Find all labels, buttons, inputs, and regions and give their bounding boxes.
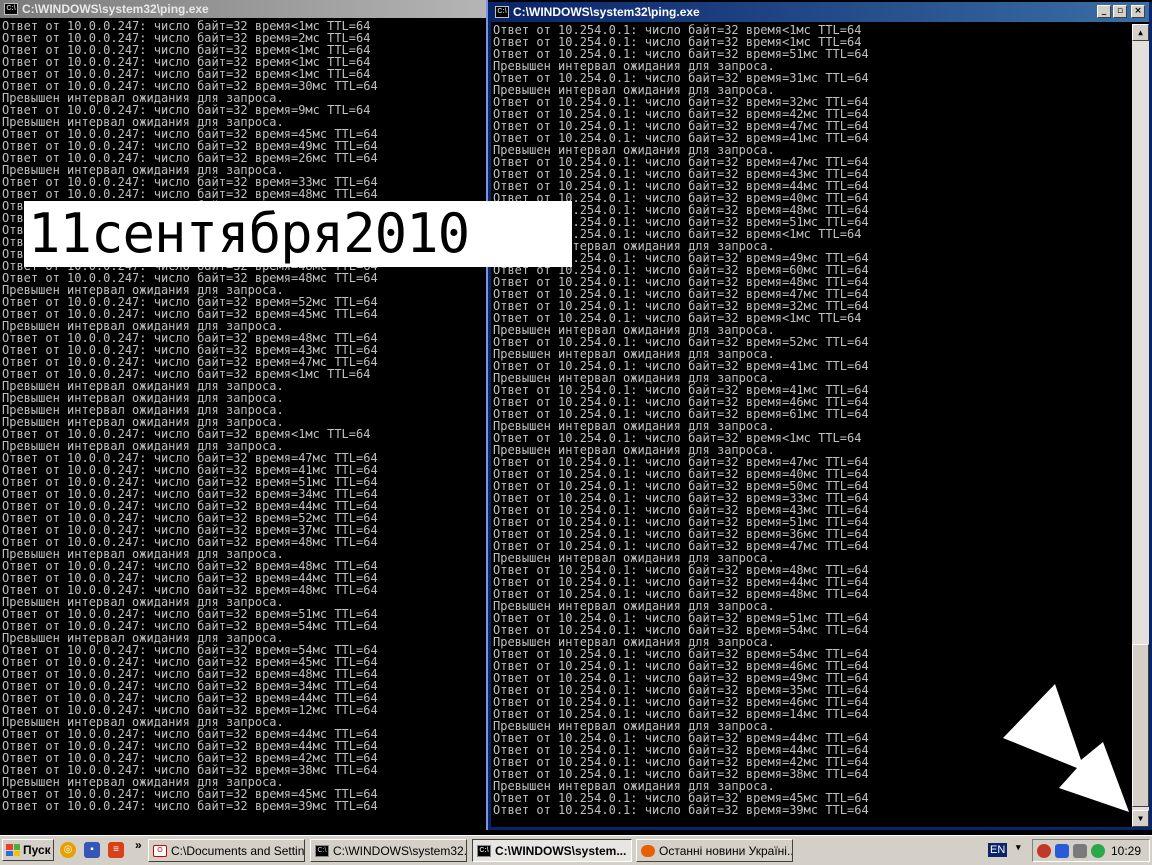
start-button[interactable]: Пуск: [2, 839, 54, 861]
quicklaunch-app-icon[interactable]: ≡: [108, 842, 124, 858]
clock[interactable]: 10:29: [1111, 844, 1141, 858]
taskbar-button-ping-2[interactable]: C:\ C:\WINDOWS\system...: [472, 839, 632, 862]
close-button[interactable]: ×: [1131, 5, 1145, 18]
quicklaunch-desktop-icon[interactable]: ▪: [84, 842, 100, 858]
opera-icon: O: [153, 844, 167, 857]
volume-icon[interactable]: [1073, 844, 1087, 858]
minimize-button[interactable]: _: [1097, 5, 1111, 18]
system-tray: 10:29: [1032, 839, 1150, 862]
console-icon: C:\: [477, 844, 491, 857]
taskbar-button-news[interactable]: Останні новини Україні...: [636, 839, 793, 862]
title-bar[interactable]: C:\ C:\WINDOWS\system32\ping.exe: [0, 0, 486, 18]
security-icon[interactable]: [1037, 844, 1051, 858]
title-bar[interactable]: C:\ C:\WINDOWS\system32\ping.exe _ ▫ ×: [491, 2, 1149, 22]
chevron-right-icon[interactable]: »: [135, 838, 142, 852]
console-output: Ответ от 10.0.0.247: число байт=32 время…: [2, 20, 486, 830]
maximize-button[interactable]: ▫: [1113, 5, 1127, 18]
task-label: C:\WINDOWS\system32...: [333, 843, 467, 858]
console-icon: C:\: [4, 3, 18, 15]
start-label: Пуск: [23, 843, 51, 857]
network-icon[interactable]: [1055, 844, 1069, 858]
windows-logo-icon: [6, 844, 20, 856]
taskbar-button-documents[interactable]: O C:\Documents and Settin...: [148, 839, 305, 862]
task-label: Останні новини Україні...: [659, 843, 793, 858]
scroll-up-icon[interactable]: ▲: [1132, 24, 1149, 41]
window-title: C:\WINDOWS\system32\ping.exe: [22, 2, 209, 16]
arrow-annotation-icon: [1003, 684, 1129, 812]
taskbar-button-ping-1[interactable]: C:\ C:\WINDOWS\system32...: [310, 839, 467, 862]
task-label: C:\Documents and Settin...: [171, 843, 305, 858]
console-line: Ответ от 10.0.0.247: число байт=32 время…: [2, 799, 378, 813]
ping-window-left[interactable]: C:\ C:\WINDOWS\system32\ping.exe Ответ о…: [0, 0, 488, 830]
messenger-icon[interactable]: [1091, 844, 1105, 858]
quicklaunch-browser-icon[interactable]: ◎: [60, 842, 76, 858]
date-overlay: 11сентября2010: [24, 201, 572, 267]
window-title: C:\WINDOWS\system32\ping.exe: [513, 5, 700, 19]
firefox-icon: [641, 844, 655, 857]
language-indicator[interactable]: EN: [988, 843, 1008, 857]
chevron-down-icon[interactable]: ▾: [1016, 842, 1021, 853]
task-label: C:\WINDOWS\system...: [495, 843, 627, 858]
console-icon: C:\: [315, 844, 329, 857]
console-icon: C:\: [495, 6, 509, 18]
taskbar: Пуск ◎ ▪ ≡ » O C:\Documents and Settin..…: [0, 835, 1152, 865]
